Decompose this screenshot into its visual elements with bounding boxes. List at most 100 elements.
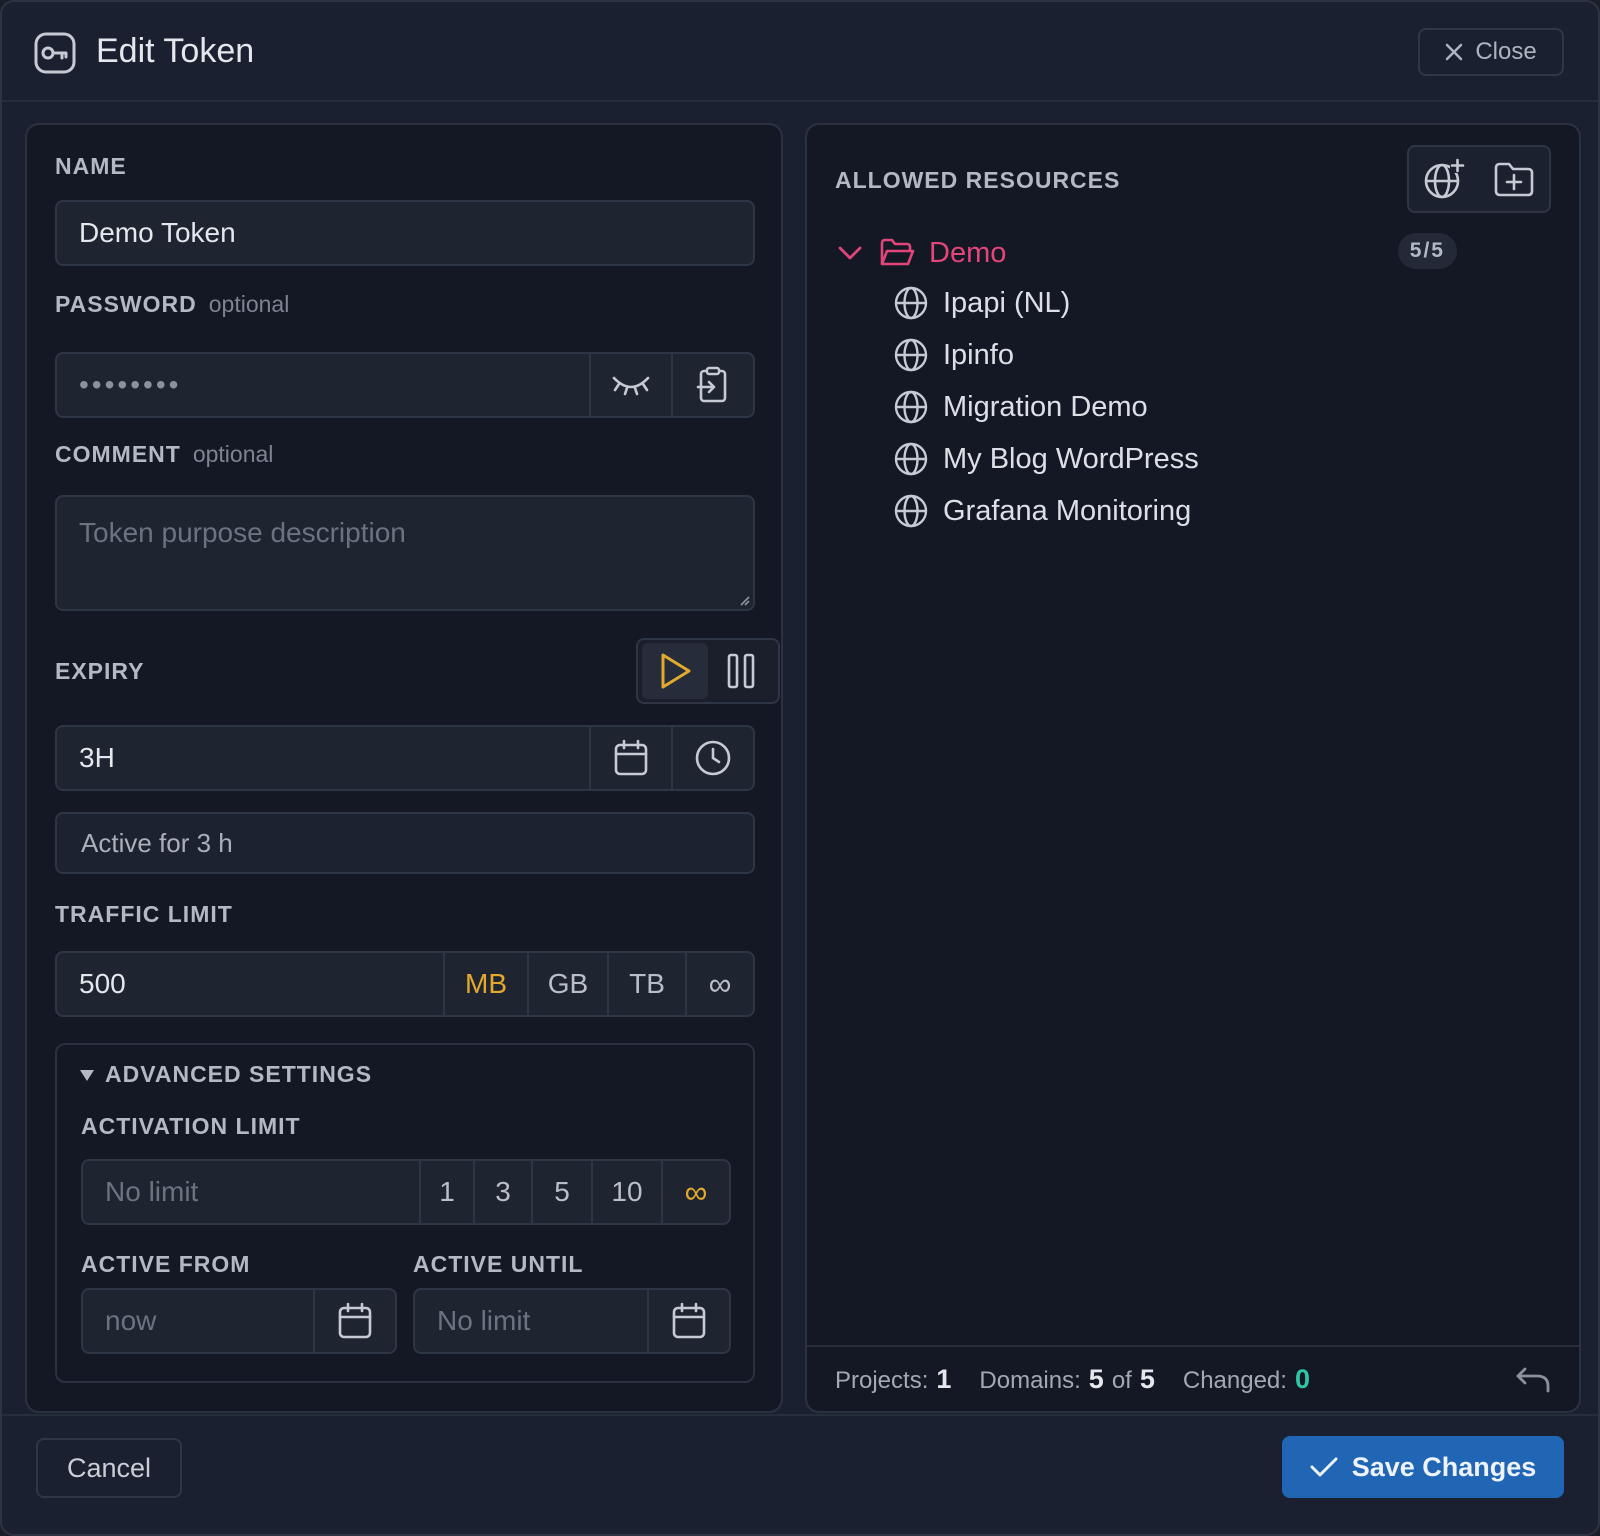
expiry-field[interactable]: 3H [55, 725, 755, 791]
globe-icon [894, 338, 928, 372]
allowed-resources-panel: ALLOWED RESOURCES Demo 5/5 Ipapi (NL) Ip… [805, 123, 1581, 1413]
unit-mb-button[interactable]: MB [443, 953, 527, 1015]
add-domain-icon[interactable] [1423, 158, 1465, 200]
activation-option-3[interactable]: 3 [473, 1161, 531, 1223]
activation-limit-field[interactable]: No limit 1 3 5 10 ∞ [81, 1159, 731, 1225]
comment-label: COMMENT optional [55, 441, 273, 468]
key-icon [34, 32, 76, 74]
expiry-pause-button[interactable] [708, 643, 774, 699]
calendar-icon [672, 1302, 706, 1339]
password-field[interactable]: •••••••• [55, 352, 755, 418]
activation-option-10[interactable]: 10 [591, 1161, 661, 1223]
add-folder-icon[interactable] [1493, 160, 1535, 198]
domain-item[interactable]: Ipapi (NL) [893, 283, 1070, 323]
domain-name: Migration Demo [943, 390, 1148, 423]
expiry-time-button[interactable] [671, 727, 753, 789]
active-until-calendar-button[interactable] [647, 1290, 729, 1352]
calendar-icon [614, 739, 648, 776]
name-value: Demo Token [79, 217, 236, 248]
traffic-limit-field[interactable]: 500 MB GB TB ∞ [55, 951, 755, 1017]
active-until-placeholder: No limit [437, 1305, 531, 1336]
domain-item[interactable]: My Blog WordPress [893, 439, 1199, 479]
paste-password-button[interactable] [671, 354, 753, 416]
domains-stat-of: of [1111, 1366, 1132, 1394]
triangle-down-icon [80, 1069, 94, 1081]
project-demo[interactable]: Demo 5/5 [837, 233, 1457, 273]
globe-icon [894, 286, 928, 320]
cancel-button[interactable]: Cancel [36, 1438, 182, 1498]
project-name: Demo [929, 236, 1007, 269]
active-from-placeholder: now [105, 1305, 157, 1336]
active-from-label: ACTIVE FROM [81, 1251, 251, 1277]
toggle-visibility-button[interactable] [589, 354, 671, 416]
domains-stat: Domains: 5 of 5 [979, 1364, 1154, 1395]
domain-name: Grafana Monitoring [943, 494, 1192, 527]
changed-stat-label: Changed: [1182, 1366, 1287, 1394]
resource-stats: Projects: 1 Domains: 5 of 5 Changed: 0 [807, 1345, 1579, 1411]
comment-label-text: COMMENT [55, 441, 181, 467]
expiry-status-text: Active for 3 h [81, 827, 233, 858]
activation-option-1[interactable]: 1 [419, 1161, 473, 1223]
check-icon [1310, 1457, 1338, 1477]
name-label: NAME [55, 153, 127, 179]
comment-placeholder: Token purpose description [79, 517, 406, 548]
close-label: Close [1475, 38, 1537, 65]
globe-icon [894, 494, 928, 528]
password-label: PASSWORD optional [55, 291, 289, 318]
expiry-start-button[interactable] [642, 643, 708, 699]
comment-optional-hint: optional [192, 441, 274, 467]
domain-name: Ipinfo [943, 338, 1014, 371]
domains-stat-value: 5 [1088, 1363, 1104, 1394]
expiry-value: 3H [79, 742, 115, 773]
password-label-text: PASSWORD [55, 291, 197, 317]
activation-option-5[interactable]: 5 [531, 1161, 591, 1223]
domain-item[interactable]: Ipinfo [893, 335, 1014, 375]
expiry-mode-toggle [636, 638, 780, 704]
active-until-field[interactable]: No limit [413, 1288, 731, 1354]
advanced-settings-title: ADVANCED SETTINGS [105, 1061, 373, 1087]
resource-actions [1407, 145, 1551, 213]
active-until-label: ACTIVE UNTIL [413, 1251, 584, 1277]
unit-tb-button[interactable]: TB [607, 953, 685, 1015]
comment-textarea[interactable]: Token purpose description [55, 495, 755, 611]
expiry-label: EXPIRY [55, 658, 145, 684]
resize-handle-icon[interactable] [737, 593, 751, 607]
eye-closed-icon [612, 376, 650, 396]
projects-stat-label: Projects: [835, 1366, 929, 1394]
unit-unlimited-button[interactable]: ∞ [685, 953, 753, 1015]
active-from-calendar-button[interactable] [313, 1290, 395, 1352]
pause-icon [727, 653, 755, 689]
activation-option-unlimited[interactable]: ∞ [661, 1161, 729, 1223]
chevron-down-icon[interactable] [837, 245, 863, 261]
advanced-settings: ADVANCED SETTINGS ACTIVATION LIMIT No li… [55, 1043, 755, 1383]
traffic-limit-label: TRAFFIC LIMIT [55, 901, 233, 927]
advanced-settings-toggle[interactable]: ADVANCED SETTINGS [79, 1061, 372, 1088]
changed-stat-value: 0 [1294, 1363, 1310, 1394]
calendar-icon [338, 1302, 372, 1339]
domain-item[interactable]: Grafana Monitoring [893, 491, 1191, 531]
domain-name: My Blog WordPress [943, 442, 1199, 475]
password-optional-hint: optional [208, 291, 290, 317]
undo-icon[interactable] [1515, 1365, 1551, 1395]
traffic-limit-value: 500 [79, 968, 126, 999]
active-from-field[interactable]: now [81, 1288, 397, 1354]
expiry-status: Active for 3 h [55, 812, 755, 874]
clock-icon [695, 740, 731, 776]
dialog-header: Edit Token Close [2, 2, 1598, 102]
globe-icon [894, 390, 928, 424]
expiry-calendar-button[interactable] [589, 727, 671, 789]
folder-open-icon [880, 238, 915, 266]
changed-stat: Changed: 0 [1183, 1364, 1310, 1395]
domains-stat-label: Domains: [979, 1366, 1081, 1394]
project-count-badge: 5/5 [1397, 233, 1457, 269]
domains-stat-total: 5 [1139, 1363, 1155, 1394]
unit-gb-button[interactable]: GB [527, 953, 607, 1015]
dialog-footer: Cancel Save Changes [2, 1414, 1598, 1534]
save-changes-button[interactable]: Save Changes [1282, 1436, 1564, 1498]
name-field[interactable]: Demo Token [55, 200, 755, 266]
dialog-title: Edit Token [96, 32, 255, 70]
domain-item[interactable]: Migration Demo [893, 387, 1148, 427]
allowed-resources-title: ALLOWED RESOURCES [835, 167, 1121, 193]
close-button[interactable]: Close [1418, 28, 1564, 76]
save-changes-label: Save Changes [1351, 1451, 1537, 1482]
